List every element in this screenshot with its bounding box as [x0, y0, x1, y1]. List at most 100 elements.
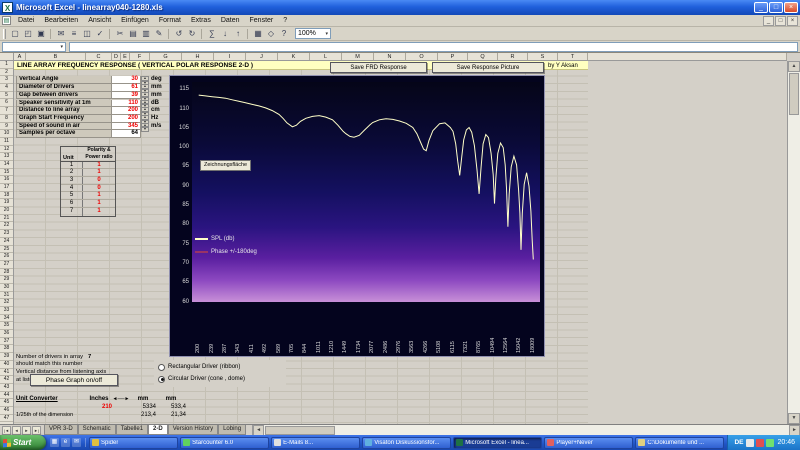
row-header-41[interactable]: 41: [0, 369, 13, 377]
row-header-1[interactable]: 1: [0, 61, 13, 69]
row-header-45[interactable]: 45: [0, 399, 13, 407]
row-header-16[interactable]: 16: [0, 176, 13, 184]
column-header-Q[interactable]: Q: [468, 53, 498, 61]
taskbar-button-5[interactable]: Microsoft Excel - linea...: [453, 437, 542, 449]
minimize-button[interactable]: _: [754, 2, 768, 13]
scroll-right-icon[interactable]: ►: [789, 425, 800, 436]
row-header-9[interactable]: 9: [0, 123, 13, 131]
column-header-E[interactable]: E: [121, 53, 130, 61]
restore-button[interactable]: □: [769, 2, 783, 13]
formula-input[interactable]: [69, 42, 798, 52]
column-header-A[interactable]: A: [14, 53, 26, 61]
row-header-26[interactable]: 26: [0, 253, 13, 261]
close-button[interactable]: ×: [784, 2, 798, 13]
vertical-scroll-thumb[interactable]: [789, 73, 799, 115]
tab-scroll-button-2[interactable]: ◄: [12, 426, 21, 435]
print-icon[interactable]: ≡: [68, 28, 80, 40]
format-painter-icon[interactable]: ✎: [153, 28, 165, 40]
param-value[interactable]: 345: [112, 123, 141, 131]
row-header-19[interactable]: 19: [0, 199, 13, 207]
row-header-32[interactable]: 32: [0, 299, 13, 307]
internet-explorer-icon[interactable]: e: [61, 438, 70, 447]
vertical-scrollbar[interactable]: ▲ ▼: [787, 61, 800, 424]
row-header-4[interactable]: 4: [0, 84, 13, 92]
param-value[interactable]: 200: [112, 115, 141, 123]
horizontal-scrollbar[interactable]: ◄ ►: [252, 425, 800, 436]
menu-item-1[interactable]: Datei: [13, 15, 39, 27]
sheet-tab-tabelle1[interactable]: Tabelle1: [116, 425, 148, 435]
row-header-28[interactable]: 28: [0, 269, 13, 277]
row-header-38[interactable]: 38: [0, 345, 13, 353]
param-value[interactable]: 200: [112, 107, 141, 115]
taskbar-button-6[interactable]: Player+Never: [544, 437, 633, 449]
inches-value[interactable]: 210: [86, 403, 112, 411]
row-header-42[interactable]: 42: [0, 376, 13, 384]
column-header-B[interactable]: B: [26, 53, 86, 61]
row-header-30[interactable]: 30: [0, 284, 13, 292]
column-header-N[interactable]: N: [374, 53, 406, 61]
row-header-47[interactable]: 47: [0, 415, 13, 423]
row-header-15[interactable]: 15: [0, 169, 13, 177]
row-header-25[interactable]: 25: [0, 246, 13, 254]
tab-scroll-button-3[interactable]: ►: [22, 426, 31, 435]
row-header-36[interactable]: 36: [0, 330, 13, 338]
row-header-6[interactable]: 6: [0, 99, 13, 107]
mail-icon[interactable]: ✉: [55, 28, 67, 40]
language-indicator[interactable]: DE: [734, 439, 743, 446]
polarity-value[interactable]: 0: [83, 177, 115, 184]
row-header-40[interactable]: 40: [0, 361, 13, 369]
column-header-L[interactable]: L: [310, 53, 342, 61]
row-header-23[interactable]: 23: [0, 230, 13, 238]
workbook-restore-button[interactable]: □: [775, 16, 786, 26]
horizontal-scroll-thumb[interactable]: [265, 426, 335, 435]
taskbar-button-7[interactable]: C:\Dokumente und ...: [635, 437, 724, 449]
radio-unselected-icon[interactable]: [158, 364, 165, 371]
row-header-22[interactable]: 22: [0, 222, 13, 230]
row-header-39[interactable]: 39: [0, 353, 13, 361]
row-header-11[interactable]: 11: [0, 138, 13, 146]
spelling-icon[interactable]: ✓: [94, 28, 106, 40]
scroll-left-icon[interactable]: ◄: [253, 425, 264, 436]
toolbar-grip[interactable]: [3, 29, 6, 39]
polarity-value[interactable]: 1: [83, 162, 115, 169]
row-header-20[interactable]: 20: [0, 207, 13, 215]
sheet-tab-vpr-3-d[interactable]: VPR 3-D: [44, 425, 78, 435]
antivirus-icon[interactable]: [756, 439, 764, 447]
driver-option-1[interactable]: Rectangular Driver (ribbon): [154, 361, 286, 373]
taskbar-button-3[interactable]: E-Mails 8...: [271, 437, 360, 449]
sheet-tab-schematic[interactable]: Schematic: [78, 425, 116, 435]
row-header-17[interactable]: 17: [0, 184, 13, 192]
chart-wizard-icon[interactable]: ▦: [252, 28, 264, 40]
column-header-I[interactable]: I: [214, 53, 246, 61]
save-icon[interactable]: ▣: [35, 28, 47, 40]
sheet-tab-version-history[interactable]: Version History: [168, 425, 218, 435]
cut-icon[interactable]: ✂: [114, 28, 126, 40]
polarity-value[interactable]: 1: [83, 208, 115, 216]
row-header-13[interactable]: 13: [0, 153, 13, 161]
column-header-M[interactable]: M: [342, 53, 374, 61]
row-header-35[interactable]: 35: [0, 322, 13, 330]
mail-icon[interactable]: ✉: [72, 438, 81, 447]
tab-scroll-button-1[interactable]: |◄: [2, 426, 11, 435]
vertical-scroll-track[interactable]: [788, 116, 800, 413]
row-header-18[interactable]: 18: [0, 192, 13, 200]
driver-option-2[interactable]: Circular Driver (cone , dome): [154, 373, 286, 385]
column-header-J[interactable]: J: [246, 53, 278, 61]
row-header-37[interactable]: 37: [0, 338, 13, 346]
menu-item-6[interactable]: Extras: [186, 15, 216, 27]
row-header-10[interactable]: 10: [0, 130, 13, 138]
column-header-F[interactable]: F: [130, 53, 150, 61]
param-value[interactable]: 64: [112, 130, 141, 138]
start-button[interactable]: Start: [0, 435, 46, 450]
polarity-value[interactable]: 1: [83, 192, 115, 199]
undo-icon[interactable]: ↺: [173, 28, 185, 40]
row-header-7[interactable]: 7: [0, 107, 13, 115]
column-header-T[interactable]: T: [558, 53, 588, 61]
scroll-down-icon[interactable]: ▼: [788, 413, 800, 424]
row-header-46[interactable]: 46: [0, 407, 13, 415]
column-header-D[interactable]: D: [112, 53, 121, 61]
help-icon[interactable]: ?: [278, 28, 290, 40]
sheet-tab-lobing[interactable]: Lobing: [218, 425, 246, 435]
sort-descending-icon[interactable]: ↑: [232, 28, 244, 40]
row-header-21[interactable]: 21: [0, 215, 13, 223]
